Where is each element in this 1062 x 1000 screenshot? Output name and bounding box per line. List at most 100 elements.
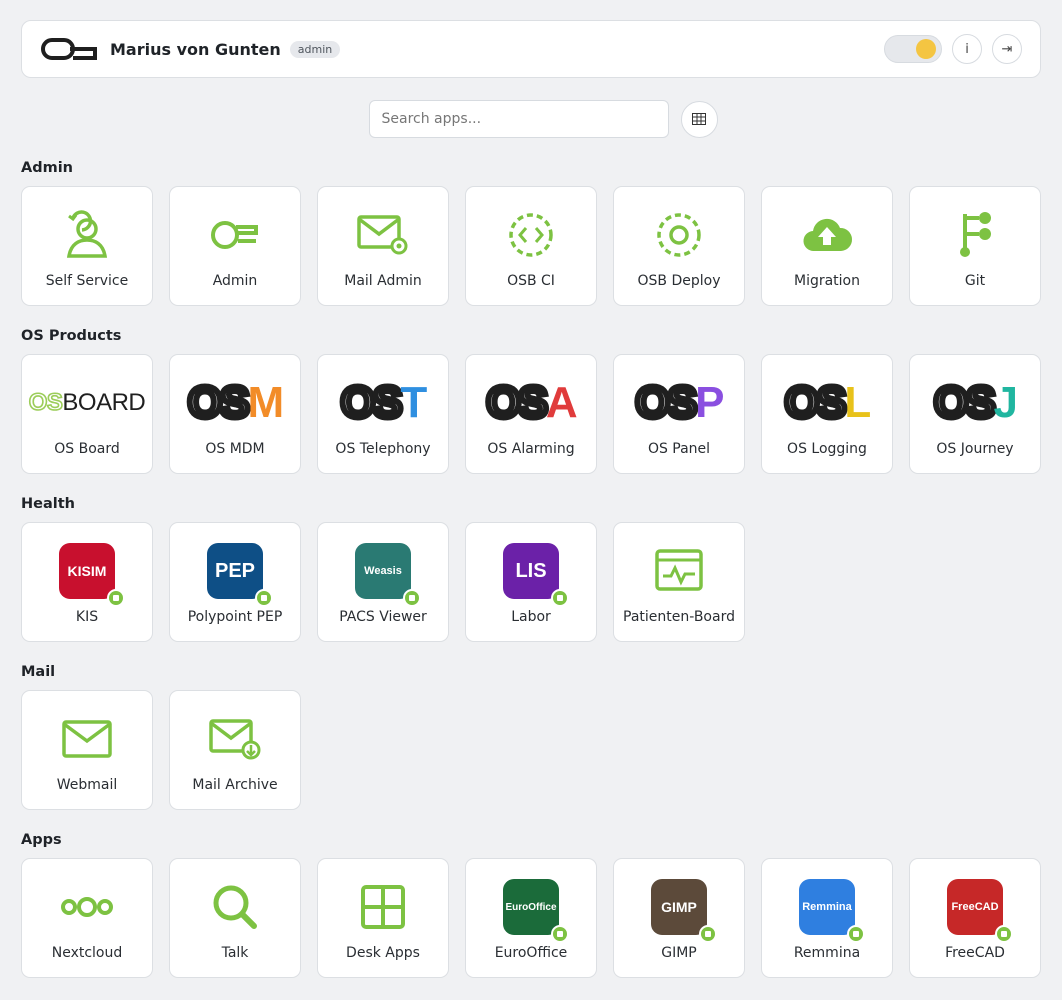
app-tile-os-alarming[interactable]: OSA OS Alarming (465, 354, 597, 474)
app-tile-row: KISIM KIS PEP Polypoint PEP Weasis PACS Viewe… (21, 522, 745, 642)
app-label: OS Journey (936, 441, 1014, 457)
grid-apps-icon (318, 881, 448, 933)
app-tile-labor[interactable]: LIS Labor (465, 522, 597, 642)
app-label: Polypoint PEP (187, 609, 283, 625)
app-tile-row: Nextcloud Talk Desk Apps EuroOffice EuroOffi… (21, 858, 1041, 978)
app-tile-mail-archive[interactable]: Mail Archive (169, 690, 301, 810)
app-label: OS Logging (787, 441, 867, 457)
app-tile-os-mdm[interactable]: OSM OS MDM (169, 354, 301, 474)
os-product-logo: OSJ (931, 378, 1018, 428)
app-tile-os-panel[interactable]: OSP OS Panel (613, 354, 745, 474)
app-tile-webmail[interactable]: Webmail (21, 690, 153, 810)
app-badge-icon: GIMP (614, 879, 744, 943)
app-label: Webmail (56, 777, 118, 793)
os-product-logo: OST (338, 378, 427, 428)
logout-button[interactable]: ⇥ (992, 34, 1022, 64)
app-tile-os-board[interactable]: OSBOARD OS Board (21, 354, 153, 474)
app-badge-text: Weasis (355, 543, 421, 607)
app-label: OS Board (54, 441, 120, 457)
toggle-knob (916, 39, 936, 59)
section-title: Health (21, 496, 75, 512)
app-tile-nextcloud[interactable]: Nextcloud (21, 858, 153, 978)
status-dot-icon (551, 925, 569, 943)
os-logo-icon (41, 38, 97, 60)
os-product-logo: OSP (633, 378, 725, 428)
app-tile-patienten-board[interactable]: Patienten-Board (613, 522, 745, 642)
app-tile-row: Self Service Admin Mail Admin OSB CI OSB Dep… (21, 186, 1041, 306)
app-label: EuroOffice (494, 945, 568, 961)
app-label: Admin (212, 273, 258, 289)
app-tile-remmina[interactable]: Remmina Remmina (761, 858, 893, 978)
section-title: Mail (21, 664, 56, 680)
app-badge-text: EuroOffice (503, 879, 569, 943)
search-talk-icon (170, 881, 300, 933)
app-tile-desk-apps[interactable]: Desk Apps (317, 858, 449, 978)
app-tile-git[interactable]: Git (909, 186, 1041, 306)
os-product-logo: OSA (483, 378, 577, 428)
os-product-logo: OSM (185, 378, 284, 428)
section-title: OS Products (21, 328, 122, 344)
app-label: OS Telephony (335, 441, 431, 457)
app-tile-talk[interactable]: Talk (169, 858, 301, 978)
theme-toggle[interactable] (884, 35, 942, 63)
mail-archive-icon (170, 713, 300, 765)
app-label: PACS Viewer (339, 609, 427, 625)
status-dot-icon (403, 589, 421, 607)
app-label: OS Panel (647, 441, 711, 457)
app-badge-text: Remmina (799, 879, 865, 943)
app-badge-text: PEP (207, 543, 273, 607)
app-tile-gimp[interactable]: GIMP GIMP (613, 858, 745, 978)
section-title: Admin (21, 160, 74, 176)
app-tile-migration[interactable]: Migration (761, 186, 893, 306)
view-toggle-button[interactable] (680, 100, 718, 138)
app-label: Self Service (45, 273, 129, 289)
app-tile-os-journey[interactable]: OSJ OS Journey (909, 354, 1041, 474)
app-label: KIS (75, 609, 99, 625)
app-badge-text: GIMP (651, 879, 717, 943)
app-tile-eurooffice[interactable]: EuroOffice EuroOffice (465, 858, 597, 978)
status-dot-icon (551, 589, 569, 607)
app-badge-icon: PEP (170, 543, 300, 607)
info-button[interactable]: i (952, 34, 982, 64)
app-badge-icon: EuroOffice (466, 879, 596, 943)
app-tile-osb-deploy[interactable]: OSB Deploy (613, 186, 745, 306)
os-product-logo: OSBOARD (28, 388, 146, 417)
app-label: Git (964, 273, 986, 289)
app-badge-icon: LIS (466, 543, 596, 607)
app-label: OS Alarming (487, 441, 575, 457)
app-tile-row: OSBOARD OS Board OSM OS MDM OST OS Telephony O… (21, 354, 1041, 474)
app-badge-text: LIS (503, 543, 569, 607)
role-badge: admin (289, 40, 341, 58)
app-tile-admin[interactable]: Admin (169, 186, 301, 306)
app-label: Mail Admin (344, 273, 422, 289)
app-tile-polypoint-pep[interactable]: PEP Polypoint PEP (169, 522, 301, 642)
status-dot-icon (107, 589, 125, 607)
app-badge-icon: Remmina (762, 879, 892, 943)
app-tile-os-telephony[interactable]: OST OS Telephony (317, 354, 449, 474)
app-tile-os-logging[interactable]: OSL OS Logging (761, 354, 893, 474)
app-header: Marius von Gunten admin i ⇥ (21, 20, 1041, 78)
app-tile-row: Webmail Mail Archive (21, 690, 301, 810)
app-badge-text: FreeCAD (947, 879, 1013, 943)
app-label: Nextcloud (51, 945, 123, 961)
os-product-logo: OSL (782, 378, 871, 428)
app-tile-freecad[interactable]: FreeCAD FreeCAD (909, 858, 1041, 978)
grid-view-icon (692, 113, 706, 125)
app-tile-kis[interactable]: KISIM KIS (21, 522, 153, 642)
status-dot-icon (995, 925, 1013, 943)
app-label: Desk Apps (346, 945, 420, 961)
search-input[interactable] (368, 100, 669, 138)
app-label: OS MDM (205, 441, 265, 457)
app-label: Patienten-Board (623, 609, 735, 625)
code-circle-icon (466, 209, 596, 261)
app-tile-self-service[interactable]: Self Service (21, 186, 153, 306)
app-tile-pacs-viewer[interactable]: Weasis PACS Viewer (317, 522, 449, 642)
app-label: OSB Deploy (637, 273, 721, 289)
cloud-upload-icon (762, 209, 892, 261)
mail-icon (22, 713, 152, 765)
app-label: Mail Archive (192, 777, 278, 793)
user-name: Marius von Gunten (110, 39, 281, 59)
app-tile-mail-admin[interactable]: Mail Admin (317, 186, 449, 306)
monitor-pulse-icon (614, 545, 744, 597)
app-tile-osb-ci[interactable]: OSB CI (465, 186, 597, 306)
